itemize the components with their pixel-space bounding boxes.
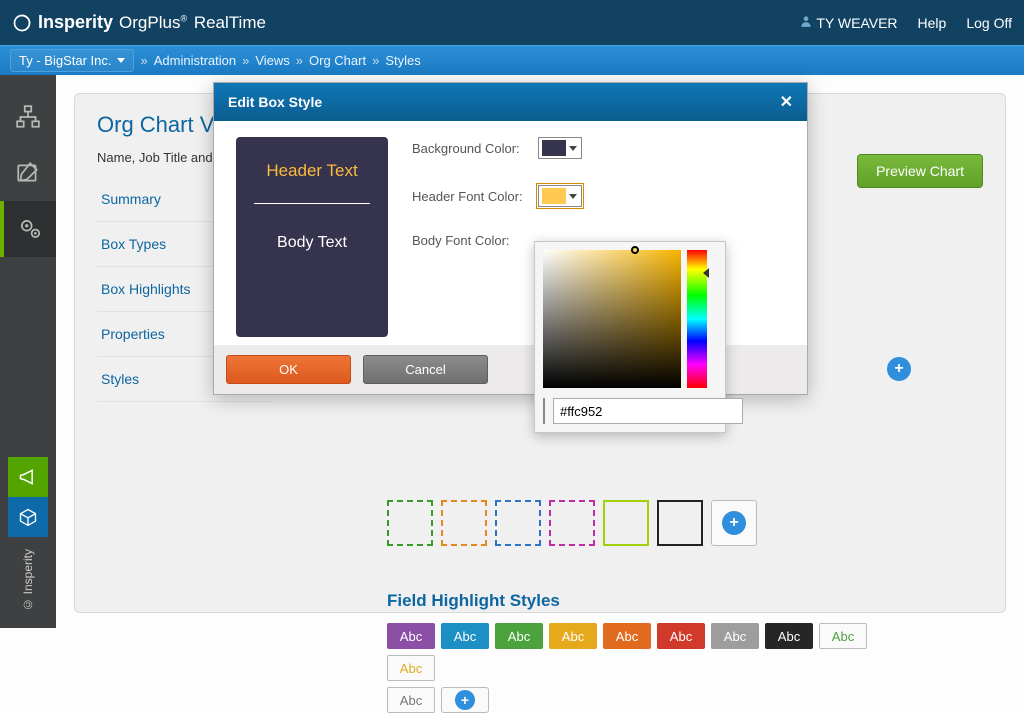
abc-outline-gray[interactable]: Abc [387,687,435,713]
preview-header-text: Header Text [254,161,370,181]
modal-titlebar: Edit Box Style ✕ [214,83,807,121]
header-font-color-label: Header Font Color: [412,189,538,204]
modal-close-button[interactable]: ✕ [780,92,793,112]
plus-icon: + [455,690,475,710]
saturation-value-area[interactable] [543,250,681,388]
preview-body-text: Body Text [254,234,370,252]
bg-color-swatch [542,140,566,156]
chevron-down-icon [569,194,577,199]
bg-color-picker[interactable] [538,137,582,159]
add-field-highlight-button[interactable]: + [441,687,489,713]
bg-color-label: Background Color: [412,141,538,156]
cancel-button[interactable]: Cancel [363,355,488,384]
hue-slider[interactable] [687,250,707,388]
preview-divider [254,203,370,204]
chevron-down-icon [569,146,577,151]
color-picker [534,241,726,433]
body-font-color-label: Body Font Color: [412,233,538,248]
style-preview: Header Text Body Text [236,137,388,337]
abc-outline-yellow[interactable]: Abc [387,655,435,681]
hex-input[interactable] [553,398,743,424]
hue-pointer-icon [703,268,709,278]
sv-pointer-icon [631,246,639,254]
current-color-swatch [543,398,545,424]
header-font-color-picker[interactable] [538,185,582,207]
header-font-color-swatch [542,188,566,204]
modal-title-text: Edit Box Style [228,94,322,110]
ok-button[interactable]: OK [226,355,351,384]
